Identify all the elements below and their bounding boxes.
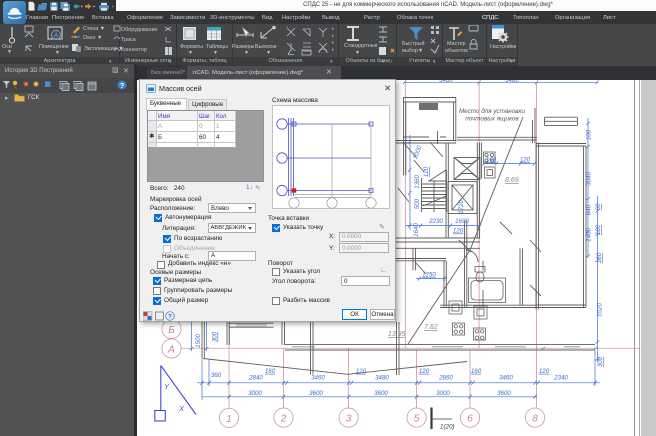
svg-text:3460: 3460	[499, 375, 513, 382]
svg-text:3: 3	[346, 414, 352, 425]
svg-text:2: 2	[280, 414, 287, 425]
svg-text:2860: 2860	[438, 375, 453, 382]
svg-text:840: 840	[586, 204, 593, 215]
svg-text:1360: 1360	[414, 175, 421, 189]
svg-text:3600: 3600	[497, 390, 511, 397]
svg-text:120: 120	[520, 157, 531, 164]
svg-text:120: 120	[419, 368, 430, 375]
svg-text:3040: 3040	[586, 172, 593, 186]
svg-text:Место для установки: Место для установки	[459, 107, 526, 115]
svg-text:2840: 2840	[248, 375, 263, 382]
svg-text:180: 180	[595, 224, 602, 235]
svg-text:3000: 3000	[248, 390, 262, 397]
svg-text:1000: 1000	[412, 144, 423, 160]
svg-text:1(20): 1(20)	[440, 424, 454, 431]
svg-text:300: 300	[212, 331, 219, 342]
svg-text:3480: 3480	[505, 80, 519, 84]
svg-text:8.69: 8.69	[505, 177, 519, 184]
svg-text:120: 120	[423, 166, 430, 177]
svg-text:120: 120	[453, 228, 464, 235]
svg-text:A: A	[54, 33, 59, 40]
svg-text:1720: 1720	[458, 200, 465, 214]
svg-text:2230: 2230	[428, 218, 443, 225]
svg-text:100: 100	[586, 129, 593, 140]
svg-text:Y: Y	[164, 382, 170, 391]
svg-text:160: 160	[265, 368, 276, 375]
svg-text:5: 5	[414, 414, 420, 425]
svg-text:3460: 3460	[439, 80, 453, 84]
svg-text:1690: 1690	[455, 218, 469, 225]
svg-text:500: 500	[414, 198, 421, 209]
svg-text:160: 160	[471, 368, 482, 375]
svg-text:300: 300	[597, 356, 604, 367]
svg-text:6: 6	[467, 414, 473, 425]
svg-text:?: ?	[120, 81, 125, 90]
svg-text:3480: 3480	[375, 375, 389, 382]
svg-text:360: 360	[211, 372, 222, 379]
svg-text:3460: 3460	[311, 375, 325, 382]
svg-text:2340: 2340	[553, 375, 568, 382]
svg-text:1500: 1500	[195, 334, 202, 348]
svg-text:120: 120	[539, 368, 550, 375]
svg-text:5520: 5520	[597, 303, 604, 317]
svg-text:3600: 3600	[309, 390, 323, 397]
svg-text:Б: Б	[168, 325, 175, 336]
svg-text:120: 120	[356, 368, 367, 375]
svg-text:А: А	[167, 345, 175, 356]
svg-text:60: 60	[595, 203, 602, 210]
svg-text:1250: 1250	[422, 272, 436, 279]
svg-text:160: 160	[486, 157, 497, 164]
svg-text:1: 1	[226, 414, 232, 425]
svg-text:7.82: 7.82	[424, 324, 438, 331]
svg-text:160: 160	[596, 252, 603, 263]
svg-text:?: ?	[168, 314, 172, 321]
svg-text:3600: 3600	[374, 390, 388, 397]
svg-text:8: 8	[532, 414, 538, 425]
svg-text:X: X	[178, 404, 185, 413]
svg-text:13.95: 13.95	[388, 331, 406, 338]
svg-text:1640: 1640	[413, 223, 420, 237]
svg-text:3000: 3000	[436, 390, 450, 397]
svg-text:почтовых ящиков: почтовых ящиков	[465, 116, 519, 123]
svg-text:1400: 1400	[586, 228, 593, 242]
